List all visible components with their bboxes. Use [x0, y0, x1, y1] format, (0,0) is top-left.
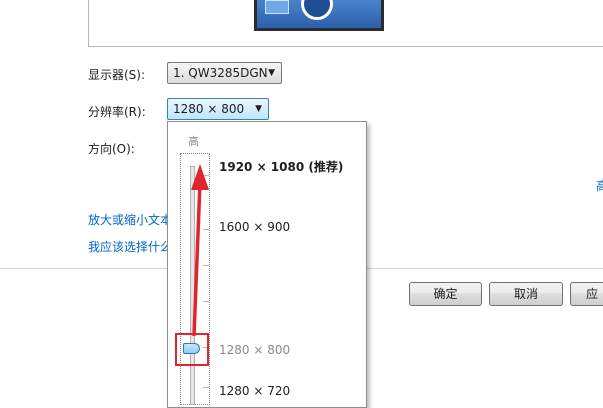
which-settings-link[interactable]: 我应该选择什么 — [88, 238, 167, 255]
annotation-arrow-shaft — [192, 181, 202, 337]
slider-tick — [203, 387, 209, 388]
apply-button[interactable]: 应用 — [570, 282, 603, 306]
monitor-number-badge — [301, 0, 333, 20]
high-label: 高 — [188, 135, 199, 148]
resolution-label: 分辨率(R): — [88, 105, 146, 119]
orientation-label: 方向(O): — [88, 142, 135, 156]
resolution-option[interactable]: 1280 × 720 — [219, 384, 290, 398]
chevron-down-icon: ▼ — [268, 68, 275, 78]
resolution-select-value: 1280 × 800 — [173, 102, 245, 116]
monitor-select[interactable]: 1. QW3285DGN ▼ — [167, 62, 282, 84]
resolution-select[interactable]: 1280 × 800 ▼ — [167, 98, 269, 120]
monitor-thumbnail[interactable] — [254, 0, 384, 31]
resolution-option[interactable]: 1920 × 1080 (推荐) — [219, 158, 343, 175]
resolution-option[interactable]: 1600 × 900 — [219, 220, 290, 234]
annotation-box — [175, 333, 209, 366]
advanced-settings-link[interactable]: 高 — [596, 177, 603, 194]
monitor-select-value: 1. QW3285DGN — [173, 66, 268, 80]
monitor-label: 显示器(S): — [88, 68, 146, 82]
resolution-option-selected[interactable]: 1280 × 800 — [219, 343, 290, 357]
cancel-button[interactable]: 取消 — [489, 282, 563, 306]
annotation-arrow — [191, 164, 209, 337]
chevron-down-icon: ▼ — [255, 104, 262, 114]
enlarge-text-link[interactable]: 放大或缩小文本 — [88, 211, 167, 228]
monitor-thumbnail-window — [265, 0, 289, 14]
ok-button[interactable]: 确定 — [409, 282, 482, 306]
annotation-arrow-head — [191, 164, 209, 190]
